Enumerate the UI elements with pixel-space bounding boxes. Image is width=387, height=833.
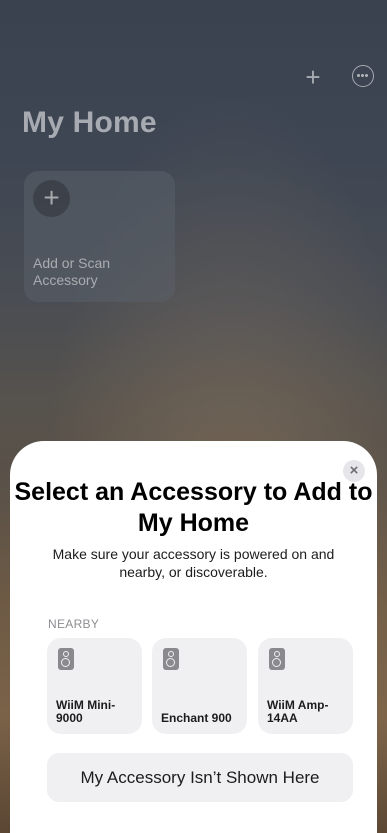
- sheet-title: Select an Accessory to Add to My Home: [14, 478, 373, 537]
- accessory-card-enchant[interactable]: Enchant 900: [152, 638, 247, 734]
- add-or-scan-tile[interactable]: + Add or Scan Accessory: [24, 171, 175, 302]
- accessory-card-wiim-amp[interactable]: WiiM Amp-14AA: [258, 638, 353, 734]
- sheet-subtitle: Make sure your accessory is powered on a…: [52, 546, 335, 580]
- speaker-icon: [163, 648, 179, 670]
- speaker-icon: [269, 648, 285, 670]
- speaker-icon: [58, 648, 74, 670]
- plus-icon: +: [33, 180, 70, 217]
- add-tile-label: Add or Scan Accessory: [33, 255, 111, 288]
- add-accessory-sheet: × Select an Accessory to Add to My Home …: [10, 441, 377, 833]
- nearby-section-label: NEARBY: [48, 617, 100, 631]
- accessory-name: WiiM Mini-9000: [56, 698, 116, 725]
- more-dot: [357, 74, 360, 77]
- accessory-name: Enchant 900: [161, 711, 232, 725]
- add-plus-icon[interactable]: +: [300, 64, 326, 90]
- accessory-name: WiiM Amp-14AA: [267, 698, 329, 725]
- accessory-card-wiim-mini[interactable]: WiiM Mini-9000: [47, 638, 142, 734]
- more-dot: [365, 74, 368, 77]
- page-title: My Home: [22, 106, 157, 139]
- accessory-not-shown-button[interactable]: My Accessory Isn’t Shown Here: [47, 753, 353, 802]
- more-icon[interactable]: [352, 65, 374, 87]
- more-dot: [361, 74, 364, 77]
